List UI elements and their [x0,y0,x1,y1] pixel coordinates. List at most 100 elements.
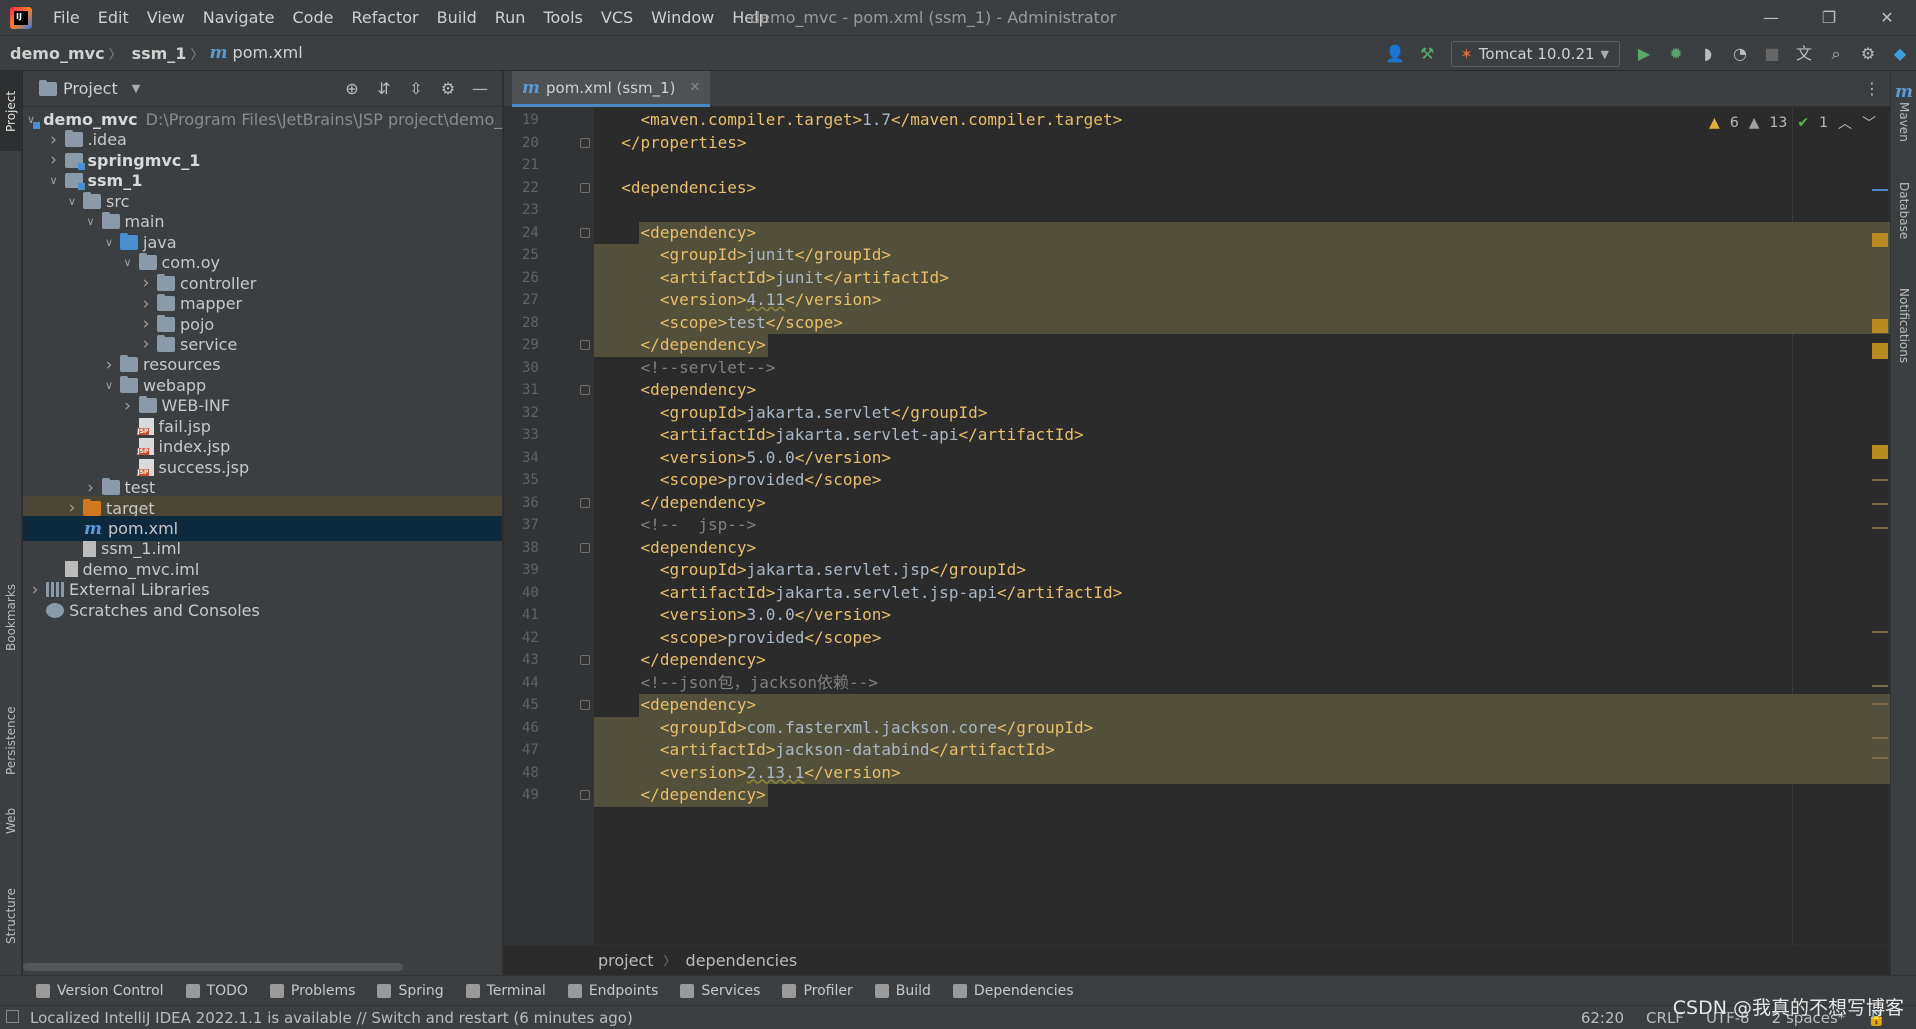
code-line[interactable]: <!--servlet--> [594,357,1890,380]
tool-profiler[interactable]: Profiler [782,983,853,999]
code-line[interactable]: <groupId>junit</groupId> [594,244,1890,267]
fold-icon[interactable] [580,700,590,710]
collapse-all-icon[interactable]: ⇳ [400,71,432,107]
menu-code[interactable]: Code [284,0,343,35]
code-line[interactable]: </dependency> [594,334,1890,357]
tree-horizontal-scrollbar[interactable] [23,963,403,971]
line-number[interactable]: 20 [504,132,584,155]
code-line[interactable] [594,154,1890,177]
fold-icon[interactable] [580,497,590,508]
tab-database[interactable]: Database [1893,171,1915,251]
nav-crumb-project[interactable]: demo_mvc [0,44,109,63]
menu-tools[interactable]: Tools [534,0,591,35]
breadcrumb-dependencies[interactable]: dependencies [686,951,798,970]
tool-spring[interactable]: Spring [377,983,444,999]
menu-view[interactable]: View [138,0,194,35]
tool-problems[interactable]: Problems [269,983,355,999]
tree-item-scratches-and-consoles[interactable]: Scratches and Consoles [23,598,502,623]
status-message[interactable]: Localized IntelliJ IDEA 2022.1.1 is avai… [0,1009,633,1027]
line-number[interactable]: 38 [504,537,584,560]
line-number[interactable]: 36 [504,492,584,515]
line-number[interactable]: 41 [504,604,584,627]
code-line[interactable]: <!-- jsp--> [594,514,1890,537]
breadcrumb-project[interactable]: project [598,951,654,970]
line-number[interactable]: 31 [504,379,584,402]
line-number[interactable]: 26 [504,267,584,290]
fold-icon[interactable] [580,182,590,193]
tab-project[interactable]: Project [0,71,22,151]
code-line[interactable]: </properties> [594,132,1890,155]
chevron-down-icon[interactable]: ∨ [101,379,117,392]
chevron-down-icon[interactable]: ▼ [132,82,140,95]
code-line[interactable]: <groupId>com.fasterxml.jackson.core</gro… [594,717,1890,740]
fold-icon[interactable] [580,227,590,238]
tab-web[interactable]: Web [0,801,22,841]
build-hammer-icon[interactable]: ⚒ [1411,36,1443,72]
code-line[interactable]: <dependency> [594,379,1890,402]
tool-terminal[interactable]: Terminal [465,983,546,999]
fold-icon[interactable] [580,542,590,553]
line-number[interactable]: 37 [504,514,584,537]
menu-file[interactable]: File [44,0,89,35]
expand-all-icon[interactable]: ⇵ [368,71,400,107]
project-panel-title[interactable]: Project [63,79,118,98]
minimize-icon[interactable]: — [1742,0,1800,35]
search-icon[interactable]: ⌕ [1820,36,1852,72]
stop-icon[interactable]: ■ [1756,36,1788,72]
line-number[interactable]: 34 [504,447,584,470]
line-number[interactable]: 48 [504,762,584,785]
profile-icon[interactable]: ◔ [1724,36,1756,72]
menu-edit[interactable]: Edit [89,0,138,35]
code-line[interactable]: <dependency> [594,537,1890,560]
line-number[interactable]: 43 [504,649,584,672]
line-number[interactable]: 47 [504,739,584,762]
gear-icon[interactable]: ⚙ [1852,36,1884,72]
code-line[interactable]: <scope>provided</scope> [594,469,1890,492]
fold-icon[interactable] [580,137,590,148]
code-line[interactable]: <dependency> [594,694,1890,717]
fold-icon[interactable] [580,340,590,350]
error-stripe[interactable] [1870,107,1890,945]
line-number[interactable]: 33 [504,424,584,447]
line-number[interactable]: 27 [504,289,584,312]
line-number[interactable]: 39 [504,559,584,582]
code-line[interactable]: <dependency> [594,222,1890,245]
close-icon[interactable]: ✕ [1858,0,1916,35]
code-line[interactable]: <groupId>jakarta.servlet.jsp</groupId> [594,559,1890,582]
tool-services[interactable]: Services [680,983,760,999]
hide-panel-icon[interactable]: — [464,71,496,107]
tool-build[interactable]: Build [874,983,931,999]
fold-icon[interactable] [580,655,590,665]
tab-bookmarks[interactable]: Bookmarks [0,571,22,663]
line-number[interactable]: 21 [504,154,584,177]
code-line[interactable]: <!--json包，jackson依赖--> [594,672,1890,695]
code-line[interactable]: <scope>provided</scope> [594,627,1890,650]
tool-dependencies[interactable]: Dependencies [952,983,1074,999]
fold-icon[interactable] [580,790,590,800]
line-number[interactable]: 29 [504,334,584,357]
more-vertical-icon[interactable]: ⋮ [1864,71,1880,107]
line-number[interactable]: 24 [504,222,584,245]
code-line[interactable]: <artifactId>jakarta.servlet.jsp-api</art… [594,582,1890,605]
translate-icon[interactable]: 文 [1788,36,1820,72]
line-number[interactable]: 23 [504,199,584,222]
tab-notifications[interactable]: Notifications [1893,271,1915,381]
nav-crumb-file[interactable]: m pom.xml [203,43,302,63]
code-line[interactable]: <version>5.0.0</version> [594,447,1890,470]
line-number[interactable]: 32 [504,402,584,425]
tab-persistence[interactable]: Persistence [0,691,22,791]
code-line[interactable]: <artifactId>jakarta.servlet-api</artifac… [594,424,1890,447]
chevron-down-icon[interactable]: ∨ [101,236,117,249]
editor-tab-pom[interactable]: m pom.xml (ssm_1) ✕ [512,71,711,107]
line-number[interactable]: 45 [504,694,584,717]
chevron-down-icon[interactable]: ∨ [83,215,99,228]
code-line[interactable]: <version>4.11</version> [594,289,1890,312]
menu-refactor[interactable]: Refactor [342,0,427,35]
run-config-select[interactable]: ✶ Tomcat 10.0.21 ▼ [1451,41,1620,67]
line-number[interactable]: 46 [504,717,584,740]
run-icon[interactable]: ▶ [1628,36,1660,72]
user-icon[interactable]: 👤 [1379,36,1411,72]
line-number[interactable]: 19 [504,109,584,132]
plugin-icon[interactable]: ◆ [1884,36,1916,72]
chevron-down-icon[interactable]: ∨ [64,195,80,208]
